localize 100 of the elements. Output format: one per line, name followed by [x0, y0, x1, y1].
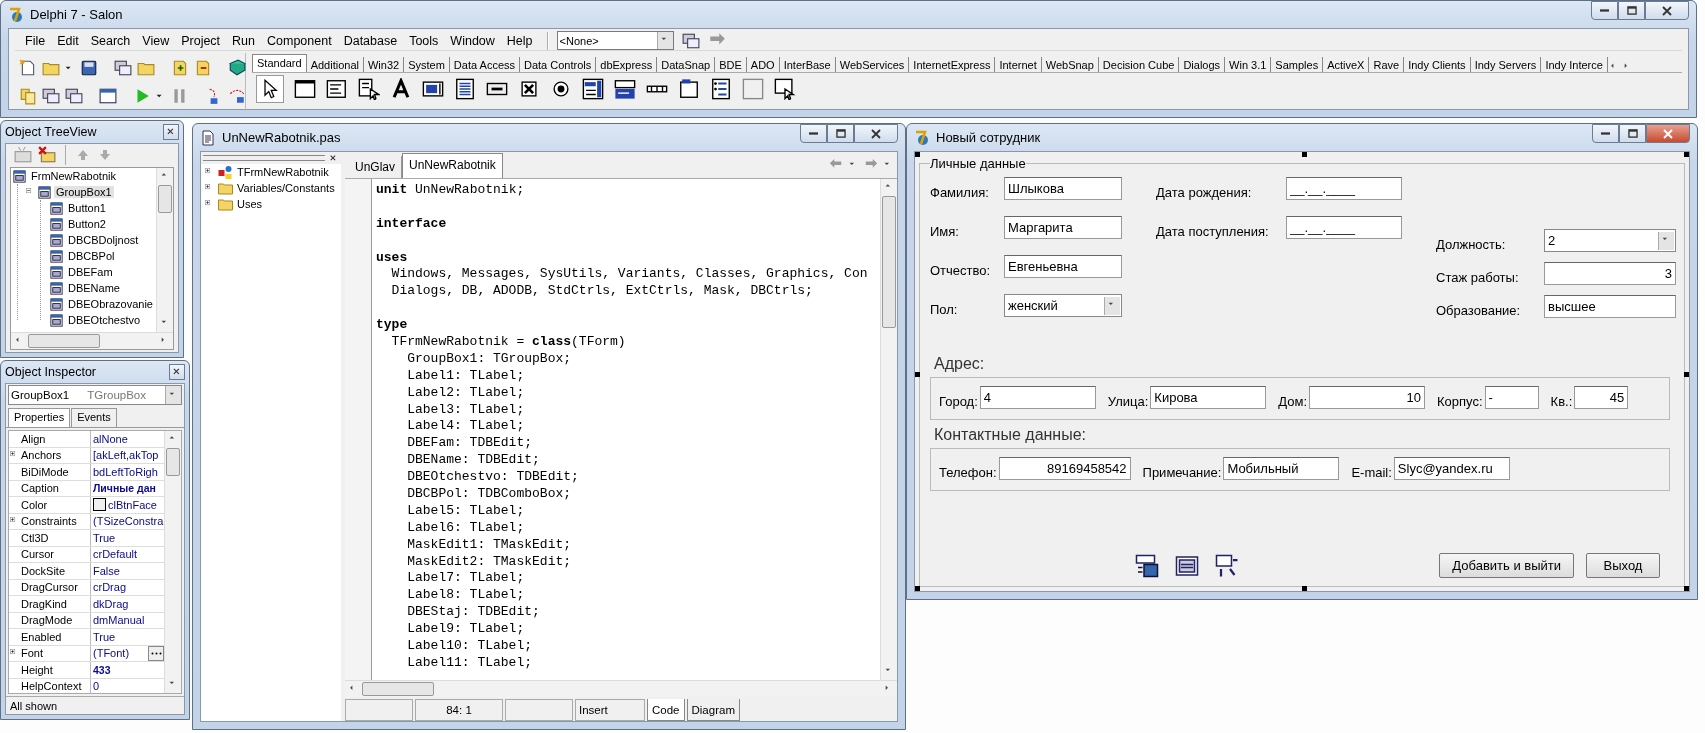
close-button[interactable]	[1645, 1, 1689, 20]
property-row[interactable]: BiDiMode bdLeftToRigh	[9, 464, 164, 481]
tree-item[interactable]: DBEFam	[66, 266, 115, 278]
tree-item[interactable]: DBCBDoljnost	[66, 234, 141, 246]
menu-item[interactable]: View	[136, 31, 176, 50]
input-field[interactable]: Мобильный	[1223, 457, 1340, 480]
palette-tab[interactable]: Indy Servers	[1470, 57, 1542, 72]
menu-item[interactable]: Edit	[51, 31, 85, 50]
palette-tab[interactable]: InternetExpress	[909, 57, 996, 72]
combobox-icon[interactable]	[614, 78, 636, 100]
input-field[interactable]: Шлыкова	[1004, 177, 1122, 200]
new-file-icon[interactable]	[19, 59, 37, 77]
checkbox-icon[interactable]	[518, 78, 540, 100]
property-value[interactable]: crDrag	[93, 581, 126, 594]
scrollbar-thumb[interactable]	[158, 185, 172, 213]
palette-tab[interactable]: Dialogs	[1179, 57, 1226, 72]
menu-item[interactable]: Help	[500, 31, 539, 50]
minimize-button[interactable]	[1591, 1, 1618, 20]
panel-icon[interactable]	[742, 78, 764, 100]
palette-tab[interactable]: Data Access	[449, 57, 520, 72]
property-value[interactable]: alNone	[93, 432, 128, 445]
explorer-item[interactable]: Variables/Constants	[237, 182, 335, 194]
tree-item[interactable]: Button2	[66, 218, 108, 230]
tree-item[interactable]: DBEObrazovanie	[66, 298, 155, 310]
form-button[interactable]: Выход	[1586, 553, 1660, 578]
palette-tab[interactable]: Standard	[252, 54, 307, 72]
input-field[interactable]: __.__.____	[1286, 177, 1402, 200]
file-tab[interactable]: UnNewRabotnik	[402, 153, 503, 178]
maximize-button[interactable]	[827, 124, 854, 143]
input-field[interactable]: 10	[1309, 386, 1426, 409]
menu-item[interactable]: Window	[444, 31, 501, 50]
selection-handle[interactable]	[915, 371, 920, 377]
groupbox-icon[interactable]	[678, 78, 700, 100]
view-tab[interactable]: Code	[647, 699, 685, 721]
horizontal-scrollbar[interactable]	[345, 680, 897, 697]
property-value[interactable]: (TFont)	[93, 647, 130, 660]
palette-tab[interactable]: System	[404, 57, 450, 72]
selection-handle[interactable]	[1302, 152, 1307, 157]
property-value[interactable]: 0	[93, 680, 100, 693]
palette-tab[interactable]: DataSnap	[657, 57, 716, 72]
radio-group-icon[interactable]	[710, 78, 732, 100]
main-menu-icon[interactable]	[326, 78, 348, 100]
palette-tab[interactable]: Win32	[364, 57, 405, 72]
property-row[interactable]: DockSite False	[9, 563, 164, 580]
property-value[interactable]: crDefault	[93, 548, 138, 561]
view-tab[interactable]: Diagram	[686, 699, 740, 721]
property-row[interactable]: Ctl3D True	[9, 530, 164, 547]
windows-icon[interactable]	[114, 59, 132, 77]
property-value[interactable]: dmManual	[93, 614, 145, 627]
menu-item[interactable]: Project	[175, 31, 227, 50]
menu-item[interactable]: Tools	[403, 31, 445, 50]
property-value[interactable]: [akLeft,akTop	[93, 449, 159, 462]
dropdown-field[interactable]: 2	[1544, 229, 1676, 252]
vertical-scrollbar[interactable]	[164, 431, 181, 693]
palette-tab[interactable]: InterBase	[779, 57, 836, 72]
property-value[interactable]: (TSizeConstra	[93, 515, 164, 528]
property-row[interactable]: Caption Личные дан	[9, 480, 164, 497]
inspector-tab[interactable]: Events	[71, 408, 117, 427]
tree-item[interactable]: DBEName	[66, 282, 122, 294]
menu-item[interactable]: File	[19, 31, 52, 50]
property-value[interactable]: 433	[93, 663, 111, 676]
palette-tab[interactable]: Data Controls	[520, 57, 597, 72]
menu-item[interactable]: Run	[226, 31, 262, 50]
close-button[interactable]	[169, 364, 185, 380]
add-file-icon[interactable]	[171, 59, 189, 77]
popup-menu-icon[interactable]	[358, 78, 380, 100]
property-value[interactable]: Личные дан	[93, 482, 156, 495]
property-row[interactable]: DragMode dmManual	[9, 612, 164, 629]
dropdown-field[interactable]: женский	[1004, 294, 1122, 317]
property-value[interactable]: dkDrag	[93, 597, 129, 610]
scrollbar-thumb[interactable]	[166, 448, 180, 476]
selection-handle[interactable]	[915, 586, 920, 591]
explorer-item[interactable]: Uses	[237, 198, 263, 210]
copy-icon[interactable]	[19, 87, 37, 105]
palette-tab[interactable]: Internet	[995, 57, 1042, 72]
palette-tab[interactable]: Win 3.1	[1225, 57, 1272, 72]
property-row[interactable]: Font (TFont)	[9, 645, 164, 662]
remove-file-icon[interactable]	[194, 59, 212, 77]
property-row[interactable]: Cursor crDefault	[9, 546, 164, 563]
explorer-item[interactable]: TFrmNewRabotnik	[237, 166, 329, 178]
input-field[interactable]: Евгеньевна	[1004, 255, 1122, 278]
tree-item[interactable]: DBCBPol	[66, 250, 117, 262]
property-value[interactable]: True	[93, 531, 116, 544]
palette-tab[interactable]: Rave	[1369, 57, 1405, 72]
memo-icon[interactable]	[454, 78, 476, 100]
property-row[interactable]: Constraints (TSizeConstra	[9, 513, 164, 530]
tree-item[interactable]: DBEOtchestvo	[66, 314, 143, 326]
property-value[interactable]: False	[93, 564, 120, 577]
selection-handle[interactable]	[1302, 586, 1307, 591]
input-field[interactable]: Маргарита	[1004, 216, 1122, 239]
property-row[interactable]: DragCursor crDrag	[9, 579, 164, 596]
selection-handle[interactable]	[1684, 152, 1689, 157]
property-row[interactable]: Anchors [akLeft,akTop	[9, 447, 164, 464]
input-field[interactable]: -	[1484, 386, 1539, 409]
selection-handle[interactable]	[1684, 586, 1689, 591]
input-field[interactable]: 4	[979, 386, 1096, 409]
menu-item[interactable]: Search	[84, 31, 137, 50]
property-value[interactable]: bdLeftToRigh	[93, 465, 158, 478]
palette-tab[interactable]: dbExpress	[596, 57, 658, 72]
form-button[interactable]: Добавить и выйти	[1439, 553, 1574, 578]
